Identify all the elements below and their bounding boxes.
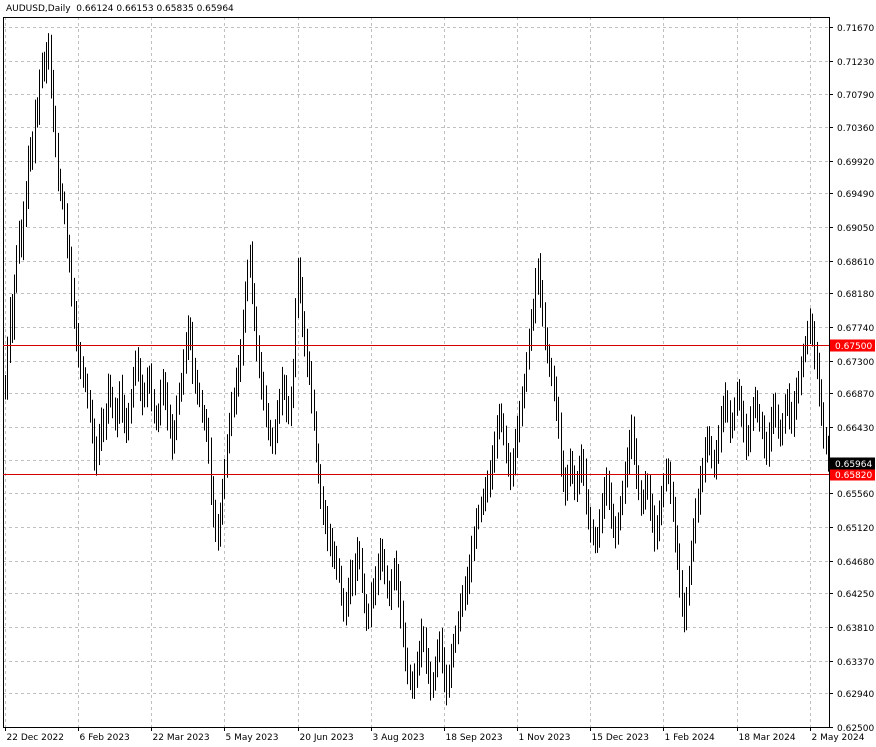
x-tick-label: 1 Feb 2024 — [665, 733, 716, 743]
y-tick-label: 0.64680 — [837, 558, 874, 568]
y-tick-label: 0.69920 — [837, 158, 874, 168]
x-tick-label: 5 May 2023 — [226, 733, 279, 743]
x-tick-label: 20 Jun 2023 — [300, 733, 354, 743]
x-tick-label: 1 Nov 2023 — [519, 733, 571, 743]
y-tick-label: 0.69050 — [837, 224, 874, 234]
x-tick-label: 3 Aug 2023 — [373, 733, 425, 743]
level-label: 0.67500 — [835, 342, 872, 352]
x-tick-label: 15 Dec 2023 — [592, 733, 650, 743]
y-tick-label: 0.66870 — [837, 390, 874, 400]
y-tick-label: 0.68180 — [837, 290, 874, 300]
y-tick-label: 0.68610 — [837, 258, 874, 268]
y-tick-label: 0.69490 — [837, 190, 874, 200]
y-tick-label: 0.70360 — [837, 124, 874, 134]
y-tick-label: 0.63810 — [837, 624, 874, 634]
y-tick-label: 0.71670 — [837, 24, 874, 34]
y-tick-label: 0.67740 — [837, 324, 874, 334]
y-tick-label: 0.66430 — [837, 424, 874, 434]
price-chart[interactable]: 0.71670 0.71230 0.70790 0.70360 0.69920 0.694… — [0, 0, 876, 747]
y-tick-label: 0.65120 — [837, 524, 874, 534]
x-tick-label: 2 May 2024 — [812, 733, 865, 743]
x-tick-label: 18 Sep 2023 — [446, 733, 503, 743]
level-label: 0.65820 — [835, 471, 872, 481]
y-tick-label: 0.65560 — [837, 490, 874, 500]
y-tick-label: 0.71230 — [837, 58, 874, 68]
x-tick-label: 6 Feb 2023 — [80, 733, 130, 743]
y-tick-label: 0.67300 — [837, 358, 874, 368]
y-tick-label: 0.70790 — [837, 91, 874, 101]
x-tick-label: 18 Mar 2024 — [739, 733, 796, 743]
plot-frame — [3, 17, 830, 728]
y-tick-label: 0.63370 — [837, 658, 874, 668]
x-tick-label: 22 Mar 2023 — [153, 733, 210, 743]
x-tick-label: 22 Dec 2022 — [7, 733, 65, 743]
y-tick-label: 0.62940 — [837, 690, 874, 700]
current-price-label: 0.65964 — [835, 460, 872, 470]
y-tick-label: 0.64250 — [837, 590, 874, 600]
